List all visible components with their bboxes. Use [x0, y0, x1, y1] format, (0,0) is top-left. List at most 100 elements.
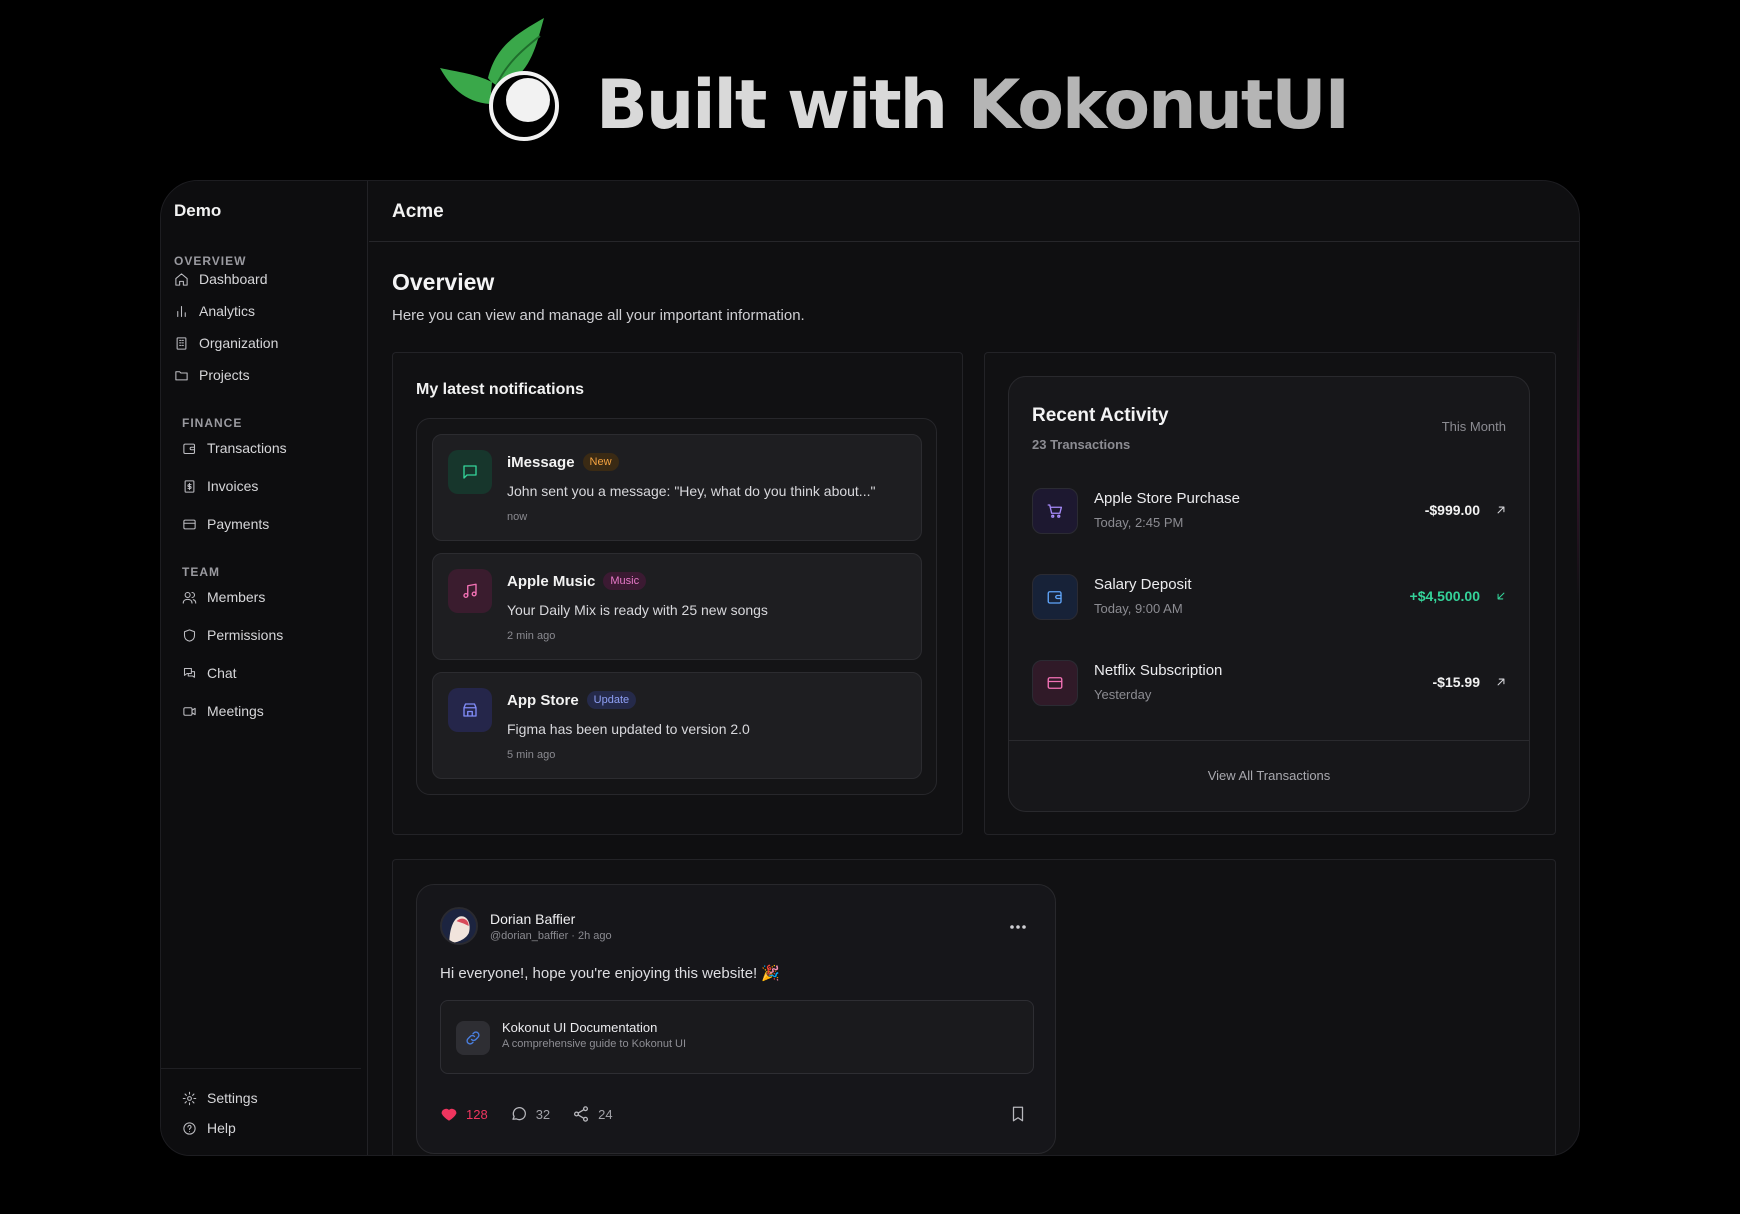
home-icon [175, 272, 188, 286]
notification-badge: Update [586, 691, 637, 709]
transaction-time: Yesterday [1094, 687, 1152, 702]
sidebar-item-dashboard[interactable]: Dashboard [174, 268, 268, 290]
post-text: Hi everyone!, hope you're enjoying this … [440, 965, 781, 982]
sidebar-divider [161, 1068, 361, 1069]
link-title: Kokonut UI Documentation [502, 1020, 658, 1035]
chain-icon [466, 1031, 480, 1045]
notification-message: Figma has been updated to version 2.0 [507, 721, 750, 737]
top-bar: Acme [369, 181, 1579, 242]
credit-card-icon [183, 519, 196, 529]
post-actions: 128 32 24 [440, 1105, 613, 1123]
ellipsis-icon [1010, 925, 1026, 929]
more-options-icon[interactable] [1009, 917, 1027, 929]
sidebar-item-analytics[interactable]: Analytics [174, 300, 255, 322]
help-icon [183, 1121, 196, 1135]
workspace-name: Demo [174, 201, 222, 220]
like-button[interactable]: 128 [440, 1105, 488, 1123]
bar-chart-icon [177, 305, 186, 317]
transaction-name: Apple Store Purchase [1094, 490, 1240, 507]
comment-count: 32 [535, 1106, 551, 1122]
post-author[interactable]: Dorian Baffier [490, 911, 575, 927]
sidebar-item-transactions[interactable]: Transactions [182, 437, 287, 459]
bookmark-icon [1012, 1106, 1024, 1122]
notification-card-app-store[interactable]: App Store Update Figma has been updated … [432, 672, 922, 779]
social-panel: Dorian Baffier @dorian_baffier · 2h ago … [392, 859, 1556, 1155]
comment-icon [512, 1107, 526, 1121]
view-all-transactions-link[interactable]: View All Transactions [1009, 768, 1529, 783]
transaction-icon-wrap [1032, 660, 1078, 706]
notifications-title: My latest notifications [416, 381, 585, 398]
notification-icon-wrap [448, 688, 492, 732]
transaction-row[interactable]: Netflix Subscription Yesterday -$15.99 [1032, 660, 1508, 706]
kokonut-logo-icon [440, 18, 559, 141]
notification-app-name: iMessage [507, 453, 575, 471]
transaction-icon-wrap [1032, 574, 1078, 620]
like-count: 128 [466, 1106, 488, 1122]
notification-badge: Music [603, 572, 647, 590]
transaction-amount: -$15.99 [1432, 674, 1480, 690]
chat-icon [183, 667, 196, 678]
page-header-title: Acme [392, 201, 444, 222]
banner-title: Built with KokonutUI [596, 66, 1350, 145]
wallet-icon [1047, 591, 1062, 604]
comment-button[interactable]: 32 [510, 1105, 550, 1123]
activity-subtitle: 23 Transactions [1032, 437, 1131, 452]
bookmark-button[interactable] [1009, 1105, 1027, 1123]
building-icon [176, 336, 187, 350]
users-icon [182, 591, 197, 604]
banner: Built with KokonutUI [0, 0, 1740, 160]
sidebar-item-members[interactable]: Members [182, 586, 265, 608]
sidebar: Demo OVERVIEW Dashboard Analytics Organi… [161, 181, 368, 1155]
app-window: Demo OVERVIEW Dashboard Analytics Organi… [160, 180, 1580, 1156]
notification-time: 5 min ago [507, 749, 556, 761]
transaction-time: Today, 2:45 PM [1094, 515, 1184, 530]
wallet-icon [183, 443, 196, 454]
notification-head: Apple Music Music [507, 572, 647, 590]
share-count: 24 [598, 1106, 613, 1122]
page-title: Overview [392, 269, 495, 295]
sidebar-item-organization[interactable]: Organization [174, 332, 278, 354]
sidebar-item-meetings[interactable]: Meetings [182, 700, 264, 722]
recent-activity-card: Recent Activity 23 Transactions This Mon… [1008, 376, 1530, 812]
sidebar-item-payments[interactable]: Payments [182, 513, 269, 535]
notification-card-imessage[interactable]: iMessage New John sent you a message: "H… [432, 434, 922, 541]
activity-title: Recent Activity [1032, 405, 1169, 426]
post-card: Dorian Baffier @dorian_baffier · 2h ago … [416, 884, 1056, 1154]
cart-icon [1047, 504, 1063, 518]
link-icon [456, 1021, 490, 1055]
sidebar-item-chat[interactable]: Chat [182, 662, 237, 684]
transaction-amount: -$999.00 [1424, 502, 1480, 518]
transaction-name: Netflix Subscription [1094, 662, 1223, 679]
notification-badge: New [582, 453, 619, 471]
sidebar-item-invoices[interactable]: Invoices [182, 475, 258, 497]
link-preview[interactable]: Kokonut UI Documentation A comprehensive… [440, 1000, 1034, 1074]
transaction-icon-wrap [1032, 488, 1078, 534]
transaction-row[interactable]: Apple Store Purchase Today, 2:45 PM -$99… [1032, 488, 1508, 534]
post-meta: @dorian_baffier · 2h ago [490, 930, 612, 942]
gear-icon [182, 1091, 197, 1105]
folder-icon [175, 370, 188, 380]
transaction-amount: +$4,500.00 [1409, 588, 1480, 604]
transaction-row[interactable]: Salary Deposit Today, 9:00 AM +$4,500.00 [1032, 574, 1508, 620]
notification-app-name: App Store [507, 691, 579, 709]
avatar[interactable] [440, 907, 478, 945]
notification-time: now [507, 511, 528, 523]
notification-card-apple-music[interactable]: Apple Music Music Your Daily Mix is read… [432, 553, 922, 660]
sidebar-item-help[interactable]: Help [182, 1117, 236, 1139]
shield-icon [183, 628, 196, 642]
arrow-down-left-icon [1494, 589, 1508, 603]
sidebar-item-permissions[interactable]: Permissions [182, 624, 283, 646]
sidebar-item-settings[interactable]: Settings [182, 1087, 258, 1109]
activity-period[interactable]: This Month [1442, 419, 1506, 434]
share-button[interactable]: 24 [572, 1105, 613, 1123]
main-content: Overview Here you can view and manage al… [369, 243, 1579, 1155]
link-description: A comprehensive guide to Kokonut UI [502, 1038, 687, 1050]
notifications-list: iMessage New John sent you a message: "H… [416, 418, 937, 795]
notification-app-name: Apple Music [507, 572, 596, 590]
avatar-image [442, 909, 476, 943]
video-icon [183, 706, 196, 716]
sidebar-item-projects[interactable]: Projects [174, 364, 250, 386]
activity-panel: Recent Activity 23 Transactions This Mon… [984, 352, 1556, 835]
transaction-name: Salary Deposit [1094, 576, 1192, 593]
arrow-up-right-icon [1494, 675, 1508, 689]
